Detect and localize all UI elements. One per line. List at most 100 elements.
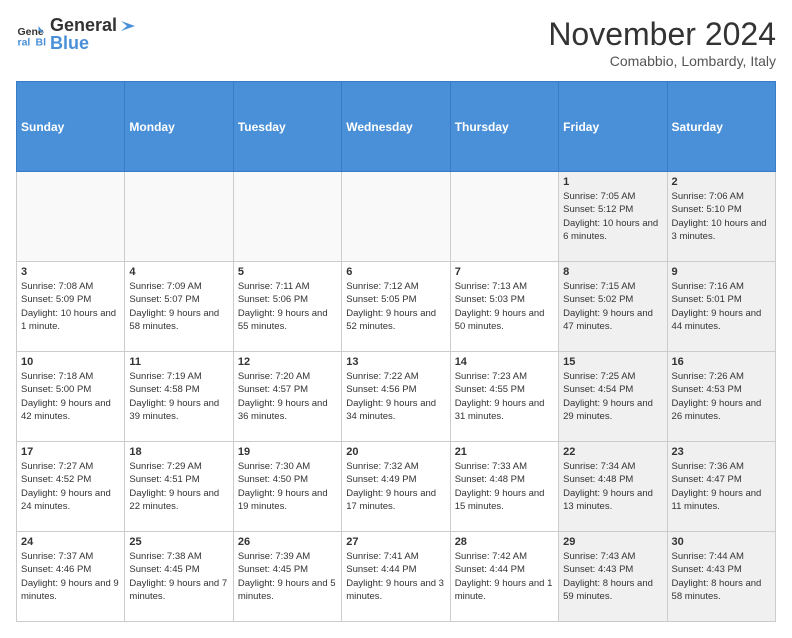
title-block: November 2024 Comabbio, Lombardy, Italy bbox=[548, 16, 776, 69]
calendar-header-sunday: Sunday bbox=[17, 82, 125, 172]
day-info: Sunrise: 7:39 AM Sunset: 4:45 PM Dayligh… bbox=[238, 550, 337, 603]
calendar-cell: 29 Sunrise: 7:43 AM Sunset: 4:43 PM Dayli… bbox=[559, 532, 667, 622]
day-info: Sunrise: 7:13 AM Sunset: 5:03 PM Dayligh… bbox=[455, 280, 554, 333]
day-number: 15 bbox=[563, 356, 662, 368]
day-info: Sunrise: 7:36 AM Sunset: 4:47 PM Dayligh… bbox=[672, 460, 771, 513]
day-info: Sunrise: 7:09 AM Sunset: 5:07 PM Dayligh… bbox=[129, 280, 228, 333]
day-number: 13 bbox=[346, 356, 445, 368]
calendar-cell: 22 Sunrise: 7:34 AM Sunset: 4:48 PM Dayli… bbox=[559, 442, 667, 532]
day-info: Sunrise: 7:06 AM Sunset: 5:10 PM Dayligh… bbox=[672, 190, 771, 243]
day-info: Sunrise: 7:23 AM Sunset: 4:55 PM Dayligh… bbox=[455, 370, 554, 423]
calendar-header-tuesday: Tuesday bbox=[233, 82, 341, 172]
calendar-header-row: SundayMondayTuesdayWednesdayThursdayFrid… bbox=[17, 82, 776, 172]
calendar-cell: 27 Sunrise: 7:41 AM Sunset: 4:44 PM Dayli… bbox=[342, 532, 450, 622]
calendar-cell: 10 Sunrise: 7:18 AM Sunset: 5:00 PM Dayli… bbox=[17, 352, 125, 442]
day-number: 28 bbox=[455, 536, 554, 548]
calendar-body: 1 Sunrise: 7:05 AM Sunset: 5:12 PM Daylig… bbox=[17, 172, 776, 622]
calendar-cell: 13Sunrise: 7:22 AM Sunset: 4:56 PM Dayli… bbox=[342, 352, 450, 442]
day-info: Sunrise: 7:37 AM Sunset: 4:46 PM Dayligh… bbox=[21, 550, 120, 603]
calendar-cell: 6Sunrise: 7:12 AM Sunset: 5:05 PM Daylig… bbox=[342, 262, 450, 352]
day-number: 14 bbox=[455, 356, 554, 368]
day-info: Sunrise: 7:18 AM Sunset: 5:00 PM Dayligh… bbox=[21, 370, 120, 423]
calendar-cell bbox=[17, 172, 125, 262]
day-info: Sunrise: 7:43 AM Sunset: 4:43 PM Dayligh… bbox=[563, 550, 662, 603]
day-info: Sunrise: 7:29 AM Sunset: 4:51 PM Dayligh… bbox=[129, 460, 228, 513]
day-info: Sunrise: 7:15 AM Sunset: 5:02 PM Dayligh… bbox=[563, 280, 662, 333]
day-info: Sunrise: 7:34 AM Sunset: 4:48 PM Dayligh… bbox=[563, 460, 662, 513]
day-number: 7 bbox=[455, 266, 554, 278]
day-info: Sunrise: 7:33 AM Sunset: 4:48 PM Dayligh… bbox=[455, 460, 554, 513]
day-number: 21 bbox=[455, 446, 554, 458]
calendar-header-monday: Monday bbox=[125, 82, 233, 172]
calendar-week-3: 10 Sunrise: 7:18 AM Sunset: 5:00 PM Dayli… bbox=[17, 352, 776, 442]
day-number: 1 bbox=[563, 176, 662, 188]
calendar-week-4: 17 Sunrise: 7:27 AM Sunset: 4:52 PM Dayli… bbox=[17, 442, 776, 532]
calendar-cell: 18 Sunrise: 7:29 AM Sunset: 4:51 PM Dayli… bbox=[125, 442, 233, 532]
day-number: 17 bbox=[21, 446, 120, 458]
calendar-cell bbox=[125, 172, 233, 262]
day-number: 11 bbox=[129, 356, 228, 368]
calendar-cell bbox=[450, 172, 558, 262]
day-info: Sunrise: 7:32 AM Sunset: 4:49 PM Dayligh… bbox=[346, 460, 445, 513]
day-number: 18 bbox=[129, 446, 228, 458]
day-number: 6 bbox=[346, 266, 445, 278]
calendar-cell: 25 Sunrise: 7:38 AM Sunset: 4:45 PM Dayli… bbox=[125, 532, 233, 622]
day-number: 26 bbox=[238, 536, 337, 548]
logo-icon: Gene ral Blue bbox=[16, 20, 46, 50]
calendar-cell: 2Sunrise: 7:06 AM Sunset: 5:10 PM Daylig… bbox=[667, 172, 775, 262]
day-number: 10 bbox=[21, 356, 120, 368]
calendar-cell: 11Sunrise: 7:19 AM Sunset: 4:58 PM Dayli… bbox=[125, 352, 233, 442]
day-number: 8 bbox=[563, 266, 662, 278]
day-number: 27 bbox=[346, 536, 445, 548]
day-info: Sunrise: 7:38 AM Sunset: 4:45 PM Dayligh… bbox=[129, 550, 228, 603]
day-number: 4 bbox=[129, 266, 228, 278]
calendar-cell: 23 Sunrise: 7:36 AM Sunset: 4:47 PM Dayli… bbox=[667, 442, 775, 532]
svg-text:ral: ral bbox=[18, 36, 31, 48]
day-info: Sunrise: 7:11 AM Sunset: 5:06 PM Dayligh… bbox=[238, 280, 337, 333]
calendar-cell: 5 Sunrise: 7:11 AM Sunset: 5:06 PM Daylig… bbox=[233, 262, 341, 352]
day-info: Sunrise: 7:30 AM Sunset: 4:50 PM Dayligh… bbox=[238, 460, 337, 513]
day-info: Sunrise: 7:05 AM Sunset: 5:12 PM Dayligh… bbox=[563, 190, 662, 243]
logo-text-blue: Blue bbox=[50, 34, 137, 54]
calendar-week-2: 3 Sunrise: 7:08 AM Sunset: 5:09 PM Daylig… bbox=[17, 262, 776, 352]
day-number: 29 bbox=[563, 536, 662, 548]
day-info: Sunrise: 7:20 AM Sunset: 4:57 PM Dayligh… bbox=[238, 370, 337, 423]
calendar-week-5: 24 Sunrise: 7:37 AM Sunset: 4:46 PM Dayli… bbox=[17, 532, 776, 622]
calendar-cell: 17 Sunrise: 7:27 AM Sunset: 4:52 PM Dayli… bbox=[17, 442, 125, 532]
calendar-header-friday: Friday bbox=[559, 82, 667, 172]
day-number: 22 bbox=[563, 446, 662, 458]
day-info: Sunrise: 7:26 AM Sunset: 4:53 PM Dayligh… bbox=[672, 370, 771, 423]
calendar-cell: 24 Sunrise: 7:37 AM Sunset: 4:46 PM Dayli… bbox=[17, 532, 125, 622]
day-number: 12 bbox=[238, 356, 337, 368]
calendar-cell: 21 Sunrise: 7:33 AM Sunset: 4:48 PM Dayli… bbox=[450, 442, 558, 532]
day-info: Sunrise: 7:44 AM Sunset: 4:43 PM Dayligh… bbox=[672, 550, 771, 603]
calendar-week-1: 1 Sunrise: 7:05 AM Sunset: 5:12 PM Daylig… bbox=[17, 172, 776, 262]
day-info: Sunrise: 7:16 AM Sunset: 5:01 PM Dayligh… bbox=[672, 280, 771, 333]
calendar-cell bbox=[342, 172, 450, 262]
day-number: 5 bbox=[238, 266, 337, 278]
calendar-cell: 12 Sunrise: 7:20 AM Sunset: 4:57 PM Dayli… bbox=[233, 352, 341, 442]
day-number: 20 bbox=[346, 446, 445, 458]
day-info: Sunrise: 7:27 AM Sunset: 4:52 PM Dayligh… bbox=[21, 460, 120, 513]
calendar-cell: 26 Sunrise: 7:39 AM Sunset: 4:45 PM Dayli… bbox=[233, 532, 341, 622]
calendar-header-thursday: Thursday bbox=[450, 82, 558, 172]
calendar-cell: 8 Sunrise: 7:15 AM Sunset: 5:02 PM Daylig… bbox=[559, 262, 667, 352]
logo: Gene ral Blue General Blue bbox=[16, 16, 137, 54]
calendar-cell: 4 Sunrise: 7:09 AM Sunset: 5:07 PM Daylig… bbox=[125, 262, 233, 352]
day-info: Sunrise: 7:08 AM Sunset: 5:09 PM Dayligh… bbox=[21, 280, 120, 333]
day-info: Sunrise: 7:25 AM Sunset: 4:54 PM Dayligh… bbox=[563, 370, 662, 423]
month-title: November 2024 bbox=[548, 16, 776, 53]
calendar-cell: 16Sunrise: 7:26 AM Sunset: 4:53 PM Dayli… bbox=[667, 352, 775, 442]
calendar-table: SundayMondayTuesdayWednesdayThursdayFrid… bbox=[16, 81, 776, 622]
day-number: 3 bbox=[21, 266, 120, 278]
logo-arrow-icon bbox=[119, 17, 137, 35]
day-info: Sunrise: 7:41 AM Sunset: 4:44 PM Dayligh… bbox=[346, 550, 445, 603]
day-number: 30 bbox=[672, 536, 771, 548]
day-number: 25 bbox=[129, 536, 228, 548]
day-number: 23 bbox=[672, 446, 771, 458]
svg-text:Blue: Blue bbox=[36, 36, 47, 48]
calendar-header-wednesday: Wednesday bbox=[342, 82, 450, 172]
day-info: Sunrise: 7:42 AM Sunset: 4:44 PM Dayligh… bbox=[455, 550, 554, 603]
day-number: 24 bbox=[21, 536, 120, 548]
calendar-cell: 3 Sunrise: 7:08 AM Sunset: 5:09 PM Daylig… bbox=[17, 262, 125, 352]
